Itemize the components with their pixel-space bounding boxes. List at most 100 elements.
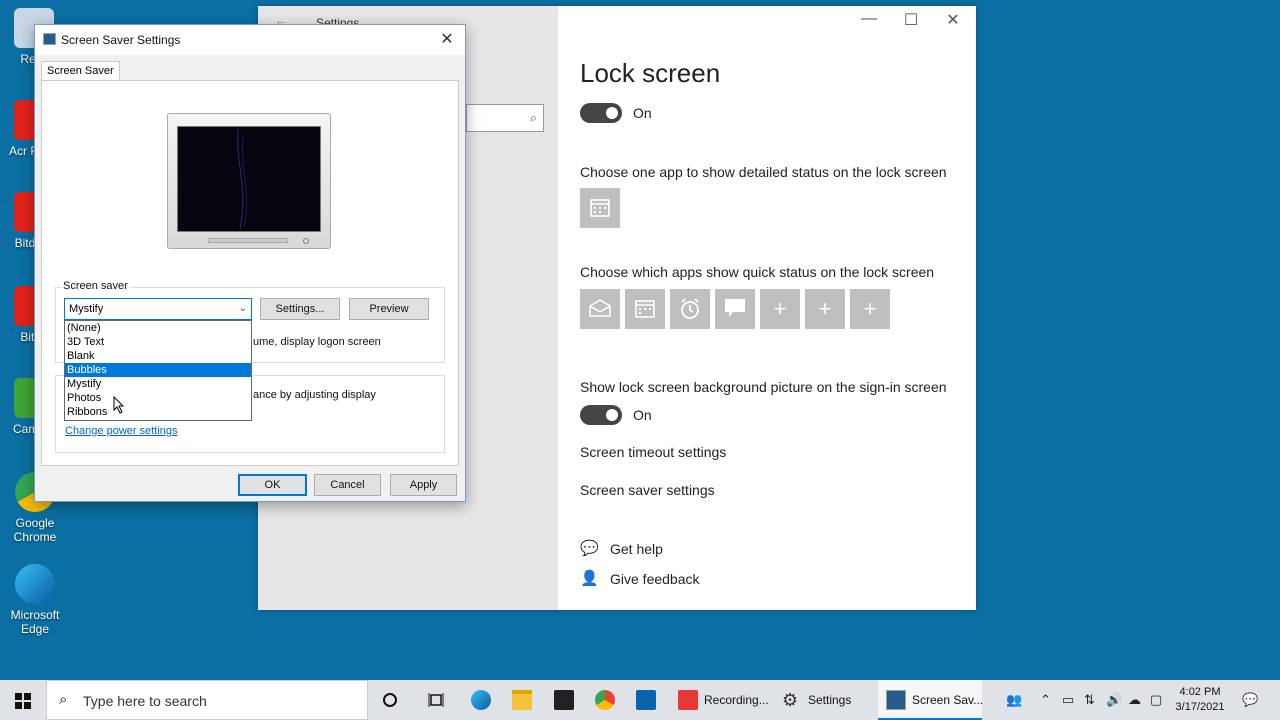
dropdown-option[interactable]: 3D Text (65, 335, 251, 349)
quick-status-add-button[interactable]: + (850, 289, 890, 329)
quick-status-add-button[interactable]: + (760, 289, 800, 329)
quick-status-message-button[interactable] (715, 289, 755, 329)
background-picture-toggle[interactable] (580, 405, 622, 425)
settings-button[interactable]: Settings... (260, 298, 340, 320)
quick-status-calendar-button[interactable] (625, 289, 665, 329)
ok-button[interactable]: OK (238, 474, 307, 496)
selected-value: Mystify (69, 303, 104, 315)
cortana-button[interactable] (378, 680, 404, 720)
screen-saver-select[interactable]: Mystify ⌄ (64, 298, 252, 320)
screen-saver-group-label: Screen saver (61, 280, 130, 292)
settings-search-input[interactable]: ⌕ (466, 104, 544, 132)
dropdown-option[interactable]: Mystify (65, 377, 251, 391)
minimize-button[interactable]: — (854, 10, 884, 28)
calendar-icon (590, 199, 610, 217)
cancel-button[interactable]: Cancel (314, 474, 381, 496)
monitor-base (208, 238, 288, 243)
file-explorer-button[interactable] (509, 680, 537, 720)
start-button[interactable] (0, 680, 46, 720)
gear-icon: ⚙ (782, 690, 799, 710)
preview-button[interactable]: Preview (349, 298, 429, 320)
screen-saver-icon (43, 33, 56, 45)
task-label: Screen Sav... (912, 693, 984, 707)
get-help-link[interactable]: Get help (610, 541, 663, 557)
taskbar-task-screen-saver[interactable]: Screen Sav... (878, 680, 984, 720)
chevron-up-icon[interactable]: ⌃ (1040, 692, 1051, 708)
screen-saver-dialog: Screen Saver Settings ✕ Screen Saver Scr… (34, 24, 466, 502)
taskbar-clock[interactable]: 4:02 PM 3/17/2021 (1172, 685, 1228, 715)
task-view-icon (428, 693, 444, 707)
taskbar-search-box[interactable]: ⌕ Type here to search (46, 680, 368, 720)
screen-saver-icon (886, 690, 906, 710)
desktop-icon-label: Microsoft Edge (10, 608, 60, 636)
lock-screen-toggle[interactable] (580, 103, 622, 123)
chrome-icon (595, 690, 615, 710)
cortana-icon (383, 693, 397, 707)
clock-date: 3/17/2021 (1175, 701, 1225, 713)
mail-icon (589, 299, 611, 317)
screen-saver-link[interactable]: Screen saver settings (580, 482, 715, 498)
edge-icon (15, 564, 55, 604)
logon-screen-text: ume, display logon screen (253, 336, 381, 348)
plus-icon: + (773, 296, 787, 321)
dropdown-option-highlighted[interactable]: Bubbles (65, 363, 251, 377)
taskbar-task-settings[interactable]: ⚙ Settings (774, 680, 864, 720)
battery-icon[interactable]: ▭ (1062, 692, 1074, 708)
alarm-icon (681, 298, 699, 319)
taskbar-task-recording[interactable]: Recording... (670, 680, 770, 720)
background-picture-label: Show lock screen background picture on t… (580, 379, 947, 395)
screen-saver-dropdown-list: (None) 3D Text Blank Bubbles Mystify Pho… (64, 320, 252, 421)
display-icon[interactable]: ▢ (1150, 692, 1162, 708)
feedback-icon: 👤 (580, 570, 599, 587)
desktop-icon-edge[interactable]: Microsoft Edge (5, 564, 65, 636)
power-description: ance by adjusting display (253, 389, 376, 401)
maximize-button[interactable]: ☐ (896, 10, 926, 30)
task-label: Recording... (704, 693, 769, 707)
edge-icon (471, 690, 491, 710)
task-label: Settings (808, 693, 852, 707)
outlook-icon (636, 690, 656, 710)
notifications-icon[interactable]: 💬 (1242, 692, 1258, 708)
plus-icon: + (863, 296, 877, 321)
help-icon: 💬 (580, 540, 599, 557)
dropdown-option[interactable]: Ribbons (65, 405, 251, 419)
chrome-taskbar-button[interactable] (592, 680, 620, 720)
desktop-icon-label: Google Chrome (13, 516, 57, 544)
store-button[interactable] (551, 680, 579, 720)
close-button[interactable]: ✕ (938, 10, 968, 30)
task-view-button[interactable] (424, 680, 450, 720)
volume-icon[interactable]: 🔊 (1106, 692, 1122, 708)
quick-status-alarm-button[interactable] (670, 289, 710, 329)
clock-time: 4:02 PM (1179, 686, 1221, 698)
quick-status-mail-button[interactable] (580, 289, 620, 329)
plus-icon: + (818, 296, 832, 321)
chevron-down-icon: ⌄ (238, 303, 247, 314)
search-icon: ⌕ (59, 691, 68, 708)
quick-status-add-button[interactable]: + (805, 289, 845, 329)
tab-screen-saver[interactable]: Screen Saver (41, 61, 120, 81)
detailed-status-label: Choose one app to show detailed status o… (580, 164, 947, 180)
toggle-state-label: On (633, 105, 652, 121)
folder-icon (512, 690, 532, 710)
dropdown-option[interactable]: (None) (65, 321, 251, 335)
dialog-title: Screen Saver Settings (61, 33, 181, 47)
people-icon[interactable]: 👥 (1006, 692, 1022, 708)
close-button[interactable]: ✕ (437, 29, 457, 49)
dropdown-option[interactable]: Blank (65, 349, 251, 363)
give-feedback-link[interactable]: Give feedback (610, 571, 700, 587)
detailed-status-app-button[interactable] (580, 188, 620, 228)
screen-timeout-link[interactable]: Screen timeout settings (580, 444, 726, 460)
search-placeholder: Type here to search (83, 693, 207, 709)
toggle-state-label: On (633, 407, 652, 423)
monitor-preview (167, 113, 331, 249)
change-power-settings-link[interactable]: Change power settings (65, 425, 178, 437)
dropdown-option[interactable]: Photos (65, 391, 251, 405)
quick-status-label: Choose which apps show quick status on t… (580, 264, 935, 280)
onedrive-icon[interactable]: ☁ (1128, 692, 1141, 708)
apply-button[interactable]: Apply (390, 474, 457, 496)
outlook-button[interactable] (633, 680, 661, 720)
edge-taskbar-button[interactable] (468, 680, 496, 720)
network-icon[interactable]: ⇅ (1084, 692, 1095, 708)
dialog-titlebar[interactable]: Screen Saver Settings ✕ (35, 25, 465, 55)
preview-screen (177, 126, 321, 232)
